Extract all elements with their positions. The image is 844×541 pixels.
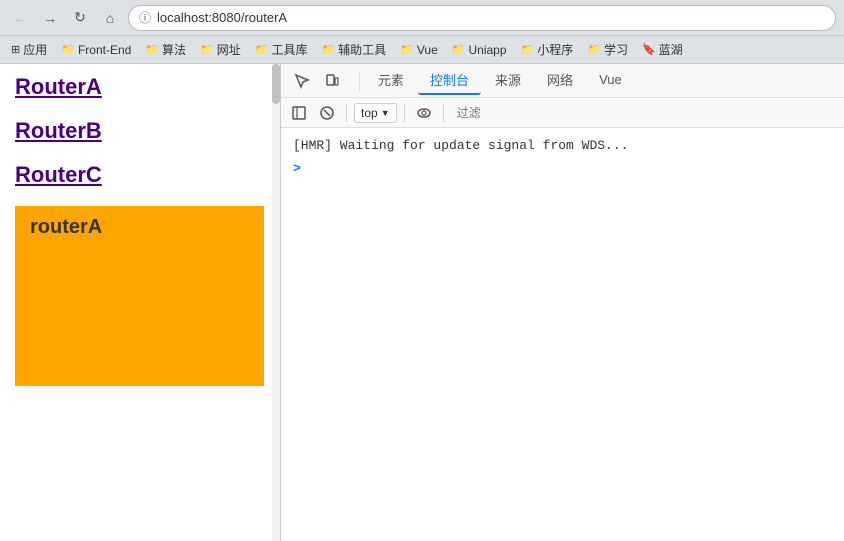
address-bar[interactable]: ⓘ localhost:8080/routerA <box>128 5 836 31</box>
toolbar-sep-3 <box>443 104 444 122</box>
bookmark-icon-10: 🔖 <box>642 43 656 56</box>
scrollbar-track[interactable] <box>272 64 280 541</box>
bookmark-vue-label: Vue <box>417 43 438 57</box>
bookmark-miniapp[interactable]: 📁 小程序 <box>516 39 579 60</box>
bookmark-tools[interactable]: 📁 工具库 <box>250 39 313 60</box>
tab-network[interactable]: 网络 <box>535 66 585 95</box>
tab-console-label: 控制台 <box>430 73 469 88</box>
tab-separator <box>359 71 360 91</box>
context-selector[interactable]: top ▼ <box>354 103 397 123</box>
bookmark-study[interactable]: 📁 学习 <box>582 39 633 60</box>
bookmark-helper-label: 辅助工具 <box>338 41 386 58</box>
router-link-b[interactable]: RouterB <box>15 118 264 144</box>
tab-vue-label: Vue <box>599 72 622 87</box>
bookmark-apps-label: 应用 <box>23 41 47 58</box>
bookmark-algorithm-label: 算法 <box>162 41 186 58</box>
bookmark-url-label: 网址 <box>217 41 241 58</box>
bookmark-frontend[interactable]: 📁 Front-End <box>56 41 136 59</box>
sidebar-toggle-btn[interactable] <box>287 101 311 125</box>
tab-sources-label: 来源 <box>495 73 521 88</box>
toolbar-sep-2 <box>404 104 405 122</box>
back-button[interactable]: ← <box>8 6 32 30</box>
eye-icon-btn[interactable] <box>412 101 436 125</box>
dropdown-arrow-icon: ▼ <box>381 108 390 118</box>
forward-button[interactable]: → <box>38 6 62 30</box>
devtools-tabs: 元素 控制台 来源 网络 Vue <box>281 64 844 98</box>
current-route-label: routerA <box>30 216 102 239</box>
bookmark-helper[interactable]: 📁 辅助工具 <box>316 39 391 60</box>
router-link-a[interactable]: RouterA <box>15 74 264 100</box>
left-panel-wrapper: RouterA RouterB RouterC routerA <box>0 64 280 541</box>
console-line-1-text: [HMR] Waiting for update signal from WDS… <box>293 138 628 153</box>
bookmark-vue[interactable]: 📁 Vue <box>395 41 443 59</box>
tab-vue[interactable]: Vue <box>587 68 634 93</box>
bookmark-study-label: 学习 <box>604 41 628 58</box>
devtools-icon-buttons <box>289 68 345 94</box>
console-output: [HMR] Waiting for update signal from WDS… <box>281 128 844 541</box>
bookmark-tools-label: 工具库 <box>271 41 307 58</box>
folder-icon-5: 📁 <box>321 43 335 56</box>
folder-icon-8: 📁 <box>521 43 535 56</box>
tab-sources[interactable]: 来源 <box>483 66 533 95</box>
filter-input[interactable] <box>451 104 838 122</box>
bookmark-lanhu[interactable]: 🔖 蓝湖 <box>637 39 688 60</box>
inspect-icon-btn[interactable] <box>289 68 315 94</box>
folder-icon-3: 📁 <box>200 43 214 56</box>
console-line-1: [HMR] Waiting for update signal from WDS… <box>293 136 832 155</box>
bookmark-frontend-label: Front-End <box>78 43 131 57</box>
console-prompt[interactable]: > <box>293 159 832 178</box>
bookmark-miniapp-label: 小程序 <box>537 41 573 58</box>
router-display: routerA <box>15 206 264 386</box>
main-content: RouterA RouterB RouterC routerA <box>0 64 844 541</box>
toolbar-sep-1 <box>346 104 347 122</box>
scrollbar-thumb[interactable] <box>272 64 280 104</box>
tab-network-label: 网络 <box>547 73 573 88</box>
folder-icon-4: 📁 <box>255 43 269 56</box>
bookmark-lanhu-label: 蓝湖 <box>659 41 683 58</box>
bookmark-uniapp-label: Uniapp <box>468 43 506 57</box>
bookmark-algorithm[interactable]: 📁 算法 <box>140 39 191 60</box>
folder-icon-2: 📁 <box>145 43 159 56</box>
lock-icon: ⓘ <box>139 9 151 26</box>
clear-console-btn[interactable] <box>315 101 339 125</box>
bookmarks-bar: ⊞ 应用 📁 Front-End 📁 算法 📁 网址 📁 工具库 📁 辅助工具 … <box>0 36 844 64</box>
tab-elements[interactable]: 元素 <box>366 66 416 95</box>
url-text: localhost:8080/routerA <box>157 10 287 25</box>
device-toggle-btn[interactable] <box>319 68 345 94</box>
reload-button[interactable]: ↻ <box>68 6 92 30</box>
devtools-toolbar: top ▼ <box>281 98 844 128</box>
prompt-symbol: > <box>293 161 301 176</box>
home-button[interactable]: ⌂ <box>98 6 122 30</box>
folder-icon-6: 📁 <box>400 43 414 56</box>
top-value: top <box>361 106 378 120</box>
devtools-panel: 元素 控制台 来源 网络 Vue <box>280 64 844 541</box>
apps-icon: ⊞ <box>11 43 20 56</box>
router-link-c[interactable]: RouterC <box>15 162 264 188</box>
folder-icon-1: 📁 <box>61 43 75 56</box>
left-panel: RouterA RouterB RouterC routerA <box>0 64 280 396</box>
tab-console[interactable]: 控制台 <box>418 66 481 95</box>
tab-elements-label: 元素 <box>378 73 404 88</box>
bookmark-url[interactable]: 📁 网址 <box>195 39 246 60</box>
browser-chrome: ← → ↻ ⌂ ⓘ localhost:8080/routerA <box>0 0 844 36</box>
bookmark-uniapp[interactable]: 📁 Uniapp <box>447 41 512 59</box>
folder-icon-9: 📁 <box>587 43 601 56</box>
folder-icon-7: 📁 <box>452 43 466 56</box>
bookmark-apps[interactable]: ⊞ 应用 <box>6 39 52 60</box>
